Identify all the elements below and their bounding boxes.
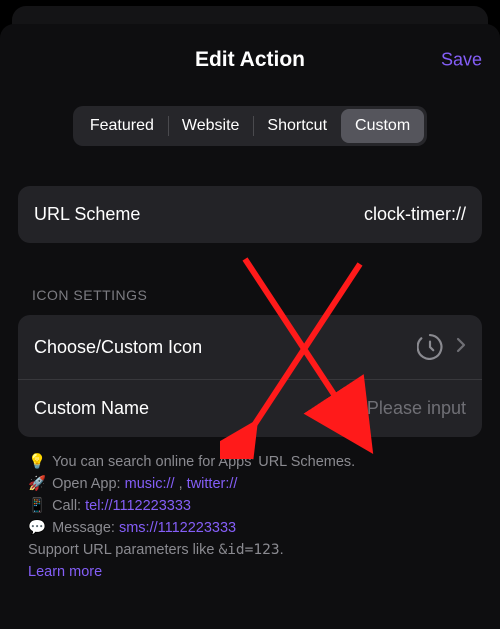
custom-name-label: Custom Name bbox=[34, 398, 149, 419]
tip-params-code: &id=123 bbox=[218, 542, 279, 558]
link-sms-scheme[interactable]: sms://1112223333 bbox=[119, 520, 236, 536]
tab-shortcut[interactable]: Shortcut bbox=[253, 109, 341, 143]
sheet-title: Edit Action bbox=[195, 48, 305, 72]
choose-icon-label: Choose/Custom Icon bbox=[34, 337, 202, 358]
tip-message-prefix: Message: bbox=[52, 520, 119, 536]
tip-params-b: . bbox=[280, 542, 284, 558]
edit-action-sheet: Edit Action Save Featured Website Shortc… bbox=[0, 24, 500, 629]
tip-call-prefix: Call: bbox=[52, 498, 85, 514]
learn-more-link[interactable]: Learn more bbox=[28, 564, 102, 580]
chevron-right-icon bbox=[456, 336, 466, 359]
tab-featured[interactable]: Featured bbox=[76, 109, 168, 143]
url-scheme-label: URL Scheme bbox=[34, 204, 140, 225]
tip-search: You can search online for Apps' URL Sche… bbox=[52, 451, 355, 473]
timer-icon bbox=[416, 333, 444, 361]
tip-sep: , bbox=[175, 476, 187, 492]
link-twitter-scheme[interactable]: twitter:// bbox=[187, 476, 238, 492]
icon-settings-group: Choose/Custom Icon Custom Name Please in… bbox=[18, 315, 482, 437]
bulb-icon: 💡 bbox=[28, 451, 46, 473]
save-button[interactable]: Save bbox=[441, 50, 482, 71]
custom-name-row[interactable]: Custom Name Please input bbox=[18, 379, 482, 437]
custom-name-input[interactable]: Please input bbox=[367, 398, 466, 419]
url-scheme-value[interactable]: clock-timer:// bbox=[364, 204, 466, 225]
keypad-icon: 📱 bbox=[28, 495, 46, 517]
choose-icon-row[interactable]: Choose/Custom Icon bbox=[18, 315, 482, 379]
sheet-header: Edit Action Save bbox=[18, 42, 482, 78]
category-segmented-control[interactable]: Featured Website Shortcut Custom bbox=[73, 106, 427, 146]
url-scheme-row[interactable]: URL Scheme clock-timer:// bbox=[18, 186, 482, 243]
tip-params-a: Support URL parameters like bbox=[28, 542, 218, 558]
tip-openapp-prefix: Open App: bbox=[52, 476, 125, 492]
rocket-icon: 🚀 bbox=[28, 473, 46, 495]
link-music-scheme[interactable]: music:// bbox=[125, 476, 175, 492]
footer-tips: 💡 You can search online for Apps' URL Sc… bbox=[28, 451, 482, 583]
tab-website[interactable]: Website bbox=[168, 109, 254, 143]
link-tel-scheme[interactable]: tel://1112223333 bbox=[85, 498, 191, 514]
icon-settings-header: ICON SETTINGS bbox=[32, 287, 482, 303]
speech-icon: 💬 bbox=[28, 517, 46, 539]
tab-custom[interactable]: Custom bbox=[341, 109, 424, 143]
